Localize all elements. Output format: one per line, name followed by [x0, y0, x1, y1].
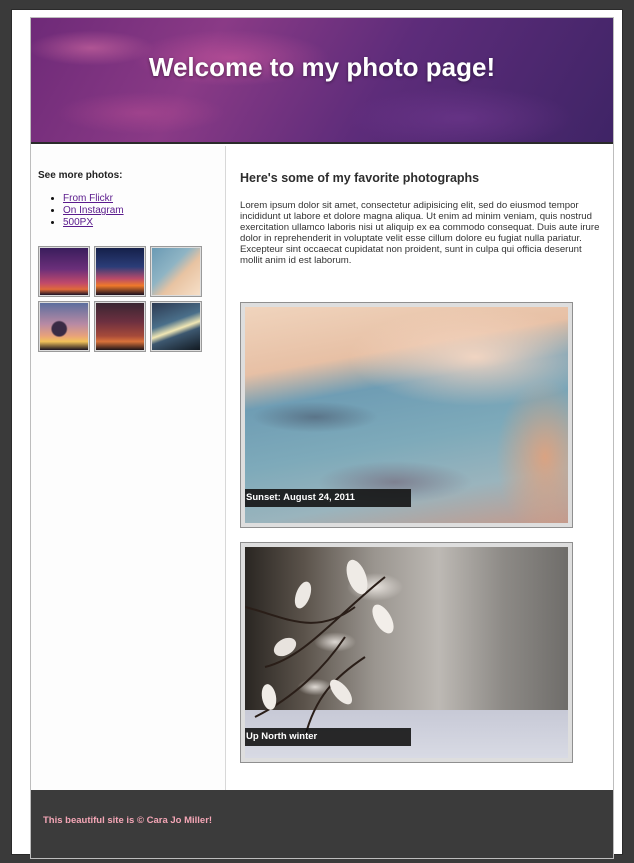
winter-photo: Up North winter — [245, 547, 568, 758]
thumbnail-image — [152, 303, 200, 350]
sunset-photo: Sunset: August 24, 2011 — [245, 307, 568, 523]
photo-card-winter[interactable]: Up North winter — [240, 542, 573, 763]
sidebar-link-list: From Flickr On Instagram 500PX — [63, 193, 124, 229]
branch-illustration — [245, 559, 394, 738]
thumbnail-image — [152, 248, 200, 295]
photo-caption: Up North winter — [245, 728, 411, 746]
page-title: Welcome to my photo page! — [148, 52, 496, 82]
thumbnail-3[interactable] — [150, 246, 202, 297]
photo-caption: Sunset: August 24, 2011 — [245, 489, 411, 507]
footer: This beautiful site is © Cara Jo Miller! — [31, 790, 613, 858]
thumbnail-4[interactable] — [38, 301, 90, 352]
sidebar-item-500px: 500PX — [63, 217, 124, 229]
thumbnail-1[interactable] — [38, 246, 90, 297]
500px-link[interactable]: 500PX — [63, 217, 93, 228]
header-banner: Welcome to my photo page! — [31, 18, 613, 144]
sidebar-heading: See more photos: — [38, 170, 123, 181]
thumbnail-5[interactable] — [94, 301, 146, 352]
thumbnail-2[interactable] — [94, 246, 146, 297]
thumbnail-image — [96, 248, 144, 295]
content-heading: Here's some of my favorite photographs — [240, 171, 480, 185]
intro-paragraph: Lorem ipsum dolor sit amet, consectetur … — [240, 200, 600, 266]
flickr-link[interactable]: From Flickr — [63, 193, 113, 204]
browser-frame: Welcome to my photo page! See more photo… — [11, 9, 623, 859]
sidebar-item-flickr: From Flickr — [63, 193, 124, 205]
thumbnail-image — [96, 303, 144, 350]
instagram-link[interactable]: On Instagram — [63, 205, 124, 216]
thumbnail-image — [40, 303, 88, 350]
main-content: Here's some of my favorite photographs L… — [227, 146, 613, 790]
copyright-text: This beautiful site is © Cara Jo Miller! — [43, 815, 213, 826]
photo-card-sunset[interactable]: Sunset: August 24, 2011 — [240, 302, 573, 528]
thumbnail-image — [40, 248, 88, 295]
page-container: Welcome to my photo page! See more photo… — [30, 17, 614, 859]
sidebar-item-instagram: On Instagram — [63, 205, 124, 217]
thumbnail-6[interactable] — [150, 301, 202, 352]
sidebar: See more photos: From Flickr On Instagra… — [31, 146, 226, 790]
